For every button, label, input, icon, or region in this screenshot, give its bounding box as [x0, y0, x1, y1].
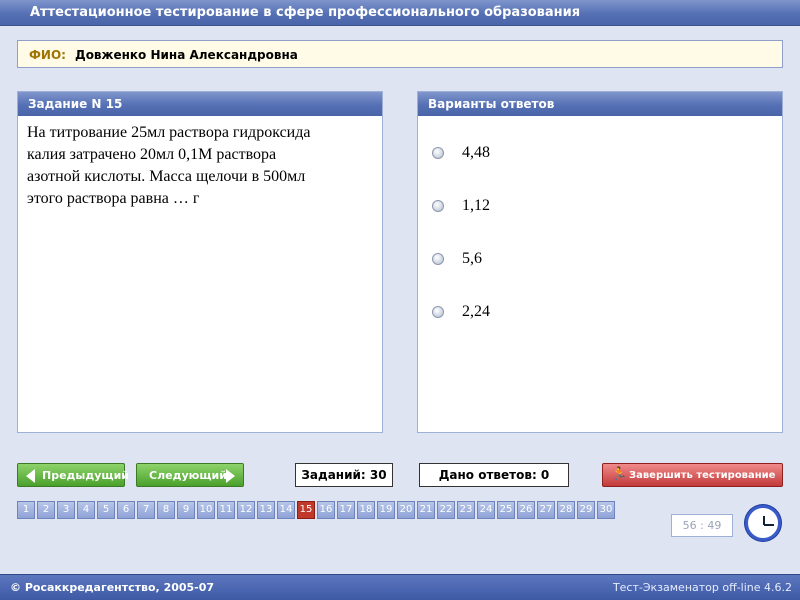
- question-number-button[interactable]: 3: [57, 501, 75, 519]
- question-number-button[interactable]: 9: [177, 501, 195, 519]
- question-line: этого раствора равна … г: [27, 190, 200, 207]
- next-button[interactable]: Следующий: [136, 463, 244, 487]
- task-header: Задание N 15: [18, 92, 382, 116]
- running-man-icon: 🏃: [611, 467, 628, 482]
- question-number-button[interactable]: 25: [497, 501, 515, 519]
- question-number-button[interactable]: 5: [97, 501, 115, 519]
- answers-header: Варианты ответов: [418, 92, 782, 116]
- question-number-button[interactable]: 7: [137, 501, 155, 519]
- answer-option-3[interactable]: 5,6: [432, 250, 732, 270]
- answers-panel: Варианты ответов 4,48 1,12 5,6 2,24: [417, 91, 783, 433]
- radio-button[interactable]: [432, 306, 444, 318]
- arrow-left-icon: [26, 469, 35, 483]
- footer-copyright: © Росаккредагентство, 2005-07: [10, 581, 215, 594]
- question-number-button[interactable]: 30: [597, 501, 615, 519]
- fio-value: Довженко Нина Александровна: [75, 48, 298, 62]
- question-number-button[interactable]: 13: [257, 501, 275, 519]
- title-bar: Аттестационное тестирование в сфере проф…: [0, 0, 800, 26]
- question-number-button[interactable]: 20: [397, 501, 415, 519]
- question-number-button[interactable]: 15: [297, 501, 315, 519]
- question-line: На титрование 25мл раствора гидроксида: [27, 124, 311, 141]
- radio-button[interactable]: [432, 200, 444, 212]
- fio-label: ФИО:: [29, 48, 66, 62]
- clock-minute-hand: [764, 524, 774, 526]
- answer-text[interactable]: 1,12: [462, 197, 490, 215]
- question-number-button[interactable]: 10: [197, 501, 215, 519]
- answers-given-count: Дано ответов: 0: [419, 463, 569, 487]
- question-number-button[interactable]: 1: [17, 501, 35, 519]
- question-number-button[interactable]: 21: [417, 501, 435, 519]
- window-title: Аттестационное тестирование в сфере проф…: [30, 5, 581, 20]
- arrow-right-icon: [226, 469, 235, 483]
- question-number-button[interactable]: 29: [577, 501, 595, 519]
- finish-label: Завершить тестирование: [629, 470, 776, 481]
- question-number-button[interactable]: 11: [217, 501, 235, 519]
- radio-button[interactable]: [432, 253, 444, 265]
- question-number-button[interactable]: 23: [457, 501, 475, 519]
- tasks-count: Заданий: 30: [295, 463, 393, 487]
- question-number-button[interactable]: 22: [437, 501, 455, 519]
- question-number-button[interactable]: 12: [237, 501, 255, 519]
- answer-text[interactable]: 2,24: [462, 303, 490, 321]
- next-label: Следующий: [149, 469, 227, 482]
- question-line: калия затрачено 20мл 0,1М раствора: [27, 146, 277, 163]
- question-number-button[interactable]: 19: [377, 501, 395, 519]
- timer-display: 56 : 49: [671, 514, 733, 537]
- question-number-button[interactable]: 2: [37, 501, 55, 519]
- task-panel: Задание N 15 На титрование 25мл раствора…: [17, 91, 383, 433]
- footer-version: Тест-Экзаменатор off-line 4.6.2: [612, 581, 792, 594]
- finish-test-button[interactable]: 🏃 Завершить тестирование: [602, 463, 783, 487]
- clock-icon: [745, 505, 781, 541]
- radio-button[interactable]: [432, 147, 444, 159]
- question-number-button[interactable]: 18: [357, 501, 375, 519]
- question-number-button[interactable]: 26: [517, 501, 535, 519]
- previous-label: Предыдущий: [42, 469, 130, 482]
- question-number-button[interactable]: 28: [557, 501, 575, 519]
- question-number-button[interactable]: 8: [157, 501, 175, 519]
- answer-text[interactable]: 4,48: [462, 144, 490, 162]
- question-number-button[interactable]: 17: [337, 501, 355, 519]
- question-line: азотной кислоты. Масса щелочи в 500мл: [27, 168, 306, 185]
- question-number-button[interactable]: 4: [77, 501, 95, 519]
- answer-option-1[interactable]: 4,48: [432, 144, 732, 164]
- footer: © Росаккредагентство, 2005-07 Тест-Экзам…: [0, 574, 800, 600]
- question-number-button[interactable]: 24: [477, 501, 495, 519]
- question-text: На титрование 25мл раствора гидроксида к…: [18, 116, 382, 210]
- answer-option-4[interactable]: 2,24: [432, 303, 732, 323]
- answer-option-2[interactable]: 1,12: [432, 197, 732, 217]
- question-number-button[interactable]: 14: [277, 501, 295, 519]
- previous-button[interactable]: Предыдущий: [17, 463, 129, 487]
- fio-bar: ФИО: Довженко Нина Александровна: [17, 40, 783, 68]
- answer-text[interactable]: 5,6: [462, 250, 482, 268]
- question-number-button[interactable]: 16: [317, 501, 335, 519]
- question-number-button[interactable]: 27: [537, 501, 555, 519]
- question-number-button[interactable]: 6: [117, 501, 135, 519]
